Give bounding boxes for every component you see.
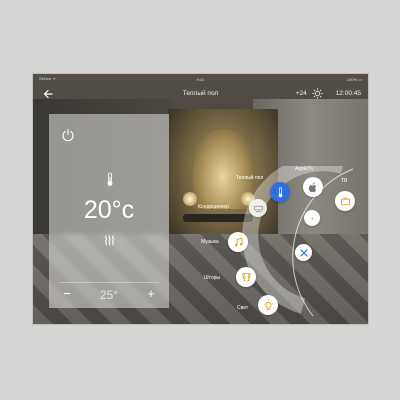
menu-label-floor-heating: Теплый пол: [236, 175, 264, 181]
close-menu-button[interactable]: [295, 244, 312, 261]
menu-label-light: Свет: [237, 305, 249, 311]
air-conditioner-icon: [253, 205, 263, 212]
light-bulb-icon: [263, 299, 273, 310]
sun-icon: [311, 88, 323, 99]
battery-label: 100% ▭: [346, 76, 363, 82]
menu-item-appletv[interactable]: [303, 177, 323, 197]
nav-weather-clock: +24 12:00:45: [296, 88, 361, 99]
room-lamp-left: [183, 192, 197, 206]
power-icon[interactable]: [61, 128, 75, 142]
panel-divider: [59, 282, 159, 283]
curtains-icon: [241, 272, 251, 282]
menu-item-small-dot[interactable]: [304, 210, 320, 226]
thermostat-panel: 20°c − 25° +: [49, 114, 169, 308]
thermometer-icon: [278, 186, 282, 197]
outdoor-temperature: +24: [295, 90, 307, 97]
menu-label-appletv: AppleTv: [295, 166, 314, 172]
status-bar: Sketch ᯤ 9:41 100% ▭: [33, 74, 368, 84]
tv-icon: [340, 196, 350, 205]
close-icon: [299, 248, 308, 257]
menu-item-music[interactable]: [228, 232, 248, 252]
current-temperature: 20°c: [83, 196, 135, 224]
menu-label-curtains: Шторы: [204, 275, 220, 281]
menu-item-floor-heating[interactable]: [270, 182, 290, 202]
music-icon: [234, 237, 243, 246]
thermometer-icon: [107, 172, 113, 186]
menu-label-air-conditioner: Кондиционер: [198, 204, 229, 210]
dot-icon: [310, 216, 314, 220]
menu-label-music: Музыка: [201, 239, 219, 245]
menu-item-curtains[interactable]: [236, 267, 256, 287]
floor-heating-icon: [105, 235, 114, 246]
carrier-label: Sketch ᯤ: [39, 76, 56, 81]
menu-item-air-conditioner[interactable]: [249, 199, 267, 217]
clock: 12:00:45: [335, 90, 361, 97]
apple-icon: [308, 182, 316, 192]
nav-bar: Теплый пол +24 12:00:45: [33, 84, 368, 104]
menu-label-tv: ТВ: [341, 178, 348, 184]
increase-temperature-button[interactable]: +: [144, 286, 158, 302]
status-time: 9:41: [196, 76, 205, 82]
menu-item-light[interactable]: [258, 295, 278, 315]
tablet-screen: Sketch ᯤ 9:41 100% ▭ Теплый пол +24 12:0…: [33, 74, 368, 324]
menu-item-tv[interactable]: [335, 191, 355, 211]
